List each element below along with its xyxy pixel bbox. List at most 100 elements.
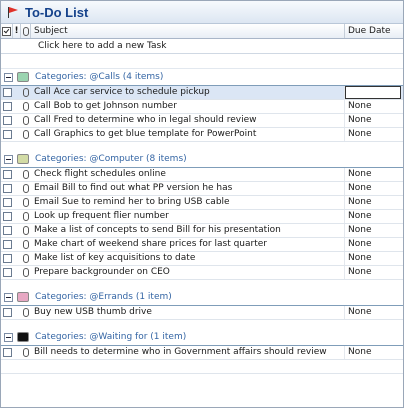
task-icon [23, 130, 29, 139]
collapse-icon[interactable] [4, 332, 13, 342]
group-label: Categories: @Errands (1 item) [35, 292, 172, 302]
task-row[interactable]: Buy new USB thumb drive None [1, 306, 403, 320]
task-row[interactable]: Email Sue to remind her to bring USB cab… [1, 196, 403, 210]
task-due-date-input[interactable] [345, 86, 401, 99]
task-icon [23, 88, 29, 97]
task-complete-checkbox[interactable] [2, 240, 12, 249]
paperclip-icon [22, 26, 29, 36]
new-task-input[interactable]: Click here to add a new Task [1, 39, 403, 54]
category-color-swatch [17, 154, 29, 164]
task-row[interactable]: Call Ace car service to schedule pickup [1, 86, 403, 100]
task-icon [23, 254, 29, 263]
task-subject[interactable]: Check flight schedules online [31, 168, 345, 181]
category-color-swatch [17, 72, 29, 82]
task-icon [23, 212, 29, 221]
task-subject[interactable]: Look up frequent flier number [31, 210, 345, 223]
task-subject[interactable]: Call Graphics to get blue template for P… [31, 128, 345, 141]
task-row[interactable]: Make list of key acquisitions to date No… [1, 252, 403, 266]
attachment-column-header[interactable] [21, 24, 31, 38]
task-complete-checkbox[interactable] [2, 198, 12, 207]
group-header-computer[interactable]: Categories: @Computer (8 items) [1, 151, 403, 168]
collapse-icon[interactable] [4, 154, 13, 164]
task-icon [23, 198, 29, 207]
task-complete-checkbox[interactable] [2, 254, 12, 263]
task-icon [23, 170, 29, 179]
empty-row [1, 360, 403, 374]
complete-column-header[interactable] [1, 24, 13, 38]
task-icon [23, 240, 29, 249]
task-complete-checkbox[interactable] [2, 212, 12, 221]
task-row[interactable]: Call Fred to determine who in legal shou… [1, 114, 403, 128]
task-icon [23, 184, 29, 193]
task-icon [23, 308, 29, 317]
task-icon [23, 226, 29, 235]
task-subject[interactable]: Make a list of concepts to send Bill for… [31, 224, 345, 237]
task-icon [23, 102, 29, 111]
task-due-date[interactable]: None [345, 224, 403, 237]
task-due-date[interactable]: None [345, 114, 403, 127]
task-complete-checkbox[interactable] [2, 102, 12, 111]
subject-column-header[interactable]: Subject [31, 24, 345, 38]
spacer-row [1, 54, 403, 69]
page-title: To-Do List [25, 4, 89, 20]
task-due-date[interactable]: None [345, 168, 403, 181]
task-row[interactable]: Look up frequent flier number None [1, 210, 403, 224]
task-due-date[interactable]: None [345, 346, 403, 359]
collapse-icon[interactable] [4, 292, 13, 302]
task-complete-checkbox[interactable] [2, 116, 12, 125]
task-subject[interactable]: Make chart of weekend share prices for l… [31, 238, 345, 251]
task-complete-checkbox[interactable] [2, 170, 12, 179]
task-complete-checkbox[interactable] [2, 348, 12, 357]
todo-window: To-Do List ! Subject Due Date Click here… [0, 0, 404, 408]
task-subject[interactable]: Call Ace car service to schedule pickup [31, 86, 345, 99]
task-subject[interactable]: Make list of key acquisitions to date [31, 252, 345, 265]
task-subject[interactable]: Buy new USB thumb drive [31, 306, 345, 319]
checkmark-icon [2, 26, 11, 36]
task-subject[interactable]: Call Bob to get Johnson number [31, 100, 345, 113]
task-subject[interactable]: Call Fred to determine who in legal shou… [31, 114, 345, 127]
task-due-date[interactable]: None [345, 252, 403, 265]
task-due-date[interactable]: None [345, 182, 403, 195]
category-color-swatch [17, 332, 29, 342]
task-subject[interactable]: Prepare backgrounder on CEO [31, 266, 345, 279]
task-due-date[interactable]: None [345, 100, 403, 113]
task-complete-checkbox[interactable] [2, 226, 12, 235]
task-due-date[interactable]: None [345, 266, 403, 279]
task-subject[interactable]: Bill needs to determine who in Governmen… [31, 346, 345, 359]
group-label: Categories: @Calls (4 items) [35, 72, 164, 82]
group-header-calls[interactable]: Categories: @Calls (4 items) [1, 69, 403, 86]
task-row[interactable]: Prepare backgrounder on CEO None [1, 266, 403, 280]
task-row[interactable]: Check flight schedules online None [1, 168, 403, 182]
task-row[interactable]: Call Bob to get Johnson number None [1, 100, 403, 114]
group-label: Categories: @Waiting for (1 item) [35, 332, 187, 342]
column-header: ! Subject Due Date [1, 24, 403, 39]
collapse-icon[interactable] [4, 72, 13, 82]
task-due-date[interactable]: None [345, 210, 403, 223]
due-date-column-header[interactable]: Due Date [345, 24, 403, 38]
task-icon [23, 116, 29, 125]
task-subject[interactable]: Email Sue to remind her to bring USB cab… [31, 196, 345, 209]
group-header-waiting-for[interactable]: Categories: @Waiting for (1 item) [1, 329, 403, 346]
importance-column-header[interactable]: ! [13, 24, 21, 38]
task-complete-checkbox[interactable] [2, 130, 12, 139]
task-due-date[interactable]: None [345, 306, 403, 319]
task-complete-checkbox[interactable] [2, 184, 12, 193]
task-icon [23, 348, 29, 357]
title-bar: To-Do List [1, 1, 403, 24]
task-icon [23, 268, 29, 277]
task-due-date[interactable]: None [345, 128, 403, 141]
task-due-date[interactable]: None [345, 238, 403, 251]
task-row[interactable]: Bill needs to determine who in Governmen… [1, 346, 403, 360]
category-color-swatch [17, 292, 29, 302]
task-row[interactable]: Call Graphics to get blue template for P… [1, 128, 403, 142]
task-complete-checkbox[interactable] [2, 268, 12, 277]
group-label: Categories: @Computer (8 items) [35, 154, 187, 164]
task-subject[interactable]: Email Bill to find out what PP version h… [31, 182, 345, 195]
task-row[interactable]: Make chart of weekend share prices for l… [1, 238, 403, 252]
task-complete-checkbox[interactable] [2, 308, 12, 317]
task-row[interactable]: Make a list of concepts to send Bill for… [1, 224, 403, 238]
task-complete-checkbox[interactable] [2, 88, 12, 97]
group-header-errands[interactable]: Categories: @Errands (1 item) [1, 289, 403, 306]
task-row[interactable]: Email Bill to find out what PP version h… [1, 182, 403, 196]
task-due-date[interactable]: None [345, 196, 403, 209]
